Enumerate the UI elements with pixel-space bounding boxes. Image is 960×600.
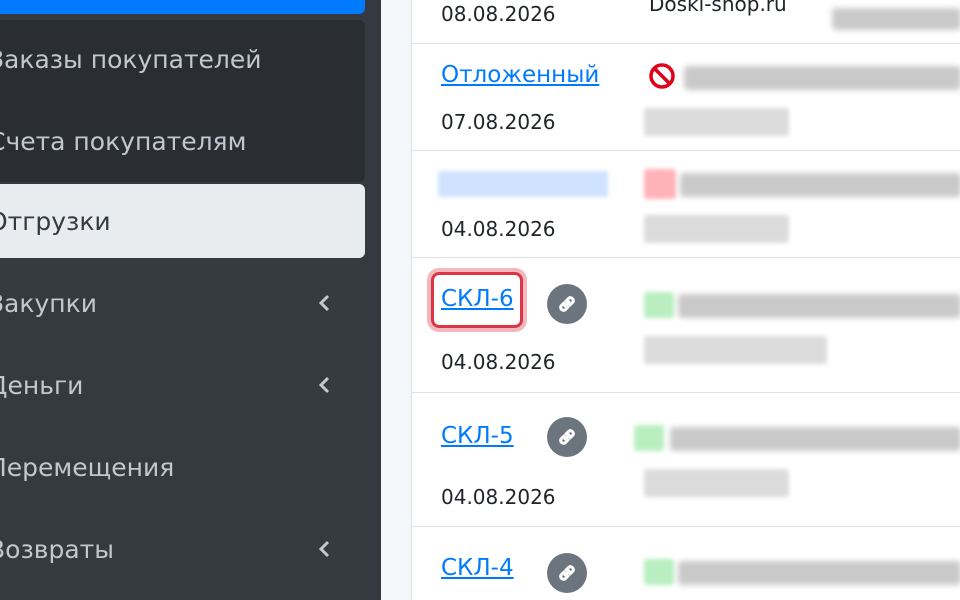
sidebar-item-label: Деньги <box>0 370 84 400</box>
chevron-left-icon <box>318 294 330 312</box>
chevron-left-icon <box>318 376 330 394</box>
blurred-status-icon <box>644 169 676 199</box>
blurred-content <box>832 8 960 30</box>
table-row: 04.08.2026 <box>412 151 960 258</box>
site-name: Doski-shop.ru <box>649 0 787 16</box>
sidebar-item-label: Возвраты <box>0 534 114 564</box>
blurred-status-icon <box>644 292 674 318</box>
document-link[interactable]: СКЛ-5 <box>441 423 514 449</box>
document-date: 07.08.2026 <box>441 110 556 134</box>
blurred-status-icon <box>634 425 664 451</box>
sidebar-item-purchases[interactable]: Закупки <box>0 266 365 340</box>
document-link[interactable]: СКЛ-4 <box>441 555 514 581</box>
blurred-content <box>684 66 960 90</box>
blurred-content <box>644 215 789 243</box>
document-date: 04.08.2026 <box>441 217 556 241</box>
document-link[interactable]: СКЛ-6 <box>441 286 514 312</box>
sidebar-item-returns[interactable]: Возвраты <box>0 512 365 586</box>
sidebar-item-transfers[interactable]: Перемещения <box>0 430 365 504</box>
sidebar: Заказы покупателей Счета покупателям Отг… <box>0 0 381 600</box>
blurred-content <box>644 469 789 497</box>
blurred-document-link[interactable] <box>438 171 608 197</box>
chain-link-icon <box>559 429 575 445</box>
sidebar-item-shipments[interactable]: Отгрузки <box>0 184 365 258</box>
chain-link-icon <box>559 296 575 312</box>
blurred-status-icon <box>644 559 674 585</box>
sidebar-item-label: Перемещения <box>0 452 175 482</box>
table-row: Отложенный 07.08.2026 <box>412 44 960 151</box>
blurred-content <box>680 173 960 197</box>
chain-link-icon <box>559 565 575 581</box>
blurred-content <box>670 427 960 451</box>
sidebar-active-item-top[interactable] <box>0 0 365 14</box>
blurred-content <box>678 294 960 318</box>
sidebar-item-customer-invoices[interactable]: Счета покупателям <box>0 104 365 178</box>
document-link[interactable]: Отложенный <box>441 62 599 88</box>
blurred-content <box>644 108 789 136</box>
table-row: СКЛ-4 <box>412 527 960 600</box>
sidebar-item-label: Счета покупателям <box>0 126 247 156</box>
blurred-content <box>678 561 960 585</box>
link-icon[interactable] <box>547 417 587 457</box>
sidebar-item-label: Заказы покупателей <box>0 44 262 74</box>
sidebar-item-customer-orders[interactable]: Заказы покупателей <box>0 22 365 96</box>
document-date: 04.08.2026 <box>441 350 556 374</box>
document-date: 08.08.2026 <box>441 2 556 26</box>
table-row: СКЛ-6 04.08.2026 <box>412 258 960 393</box>
sidebar-item-money[interactable]: Деньги <box>0 348 365 422</box>
blurred-content <box>644 336 827 364</box>
table-row: 08.08.2026 Doski-shop.ru <box>412 0 960 44</box>
link-icon[interactable] <box>547 553 587 593</box>
prohibited-icon <box>649 63 675 89</box>
sidebar-item-label: Отгрузки <box>0 206 111 236</box>
document-date: 04.08.2026 <box>441 485 556 509</box>
sidebar-item-label: Закупки <box>0 288 97 318</box>
documents-table: 08.08.2026 Doski-shop.ru Отложенный 07.0… <box>411 0 960 600</box>
table-row: СКЛ-5 04.08.2026 <box>412 393 960 527</box>
link-icon[interactable] <box>547 284 587 324</box>
chevron-left-icon <box>318 540 330 558</box>
